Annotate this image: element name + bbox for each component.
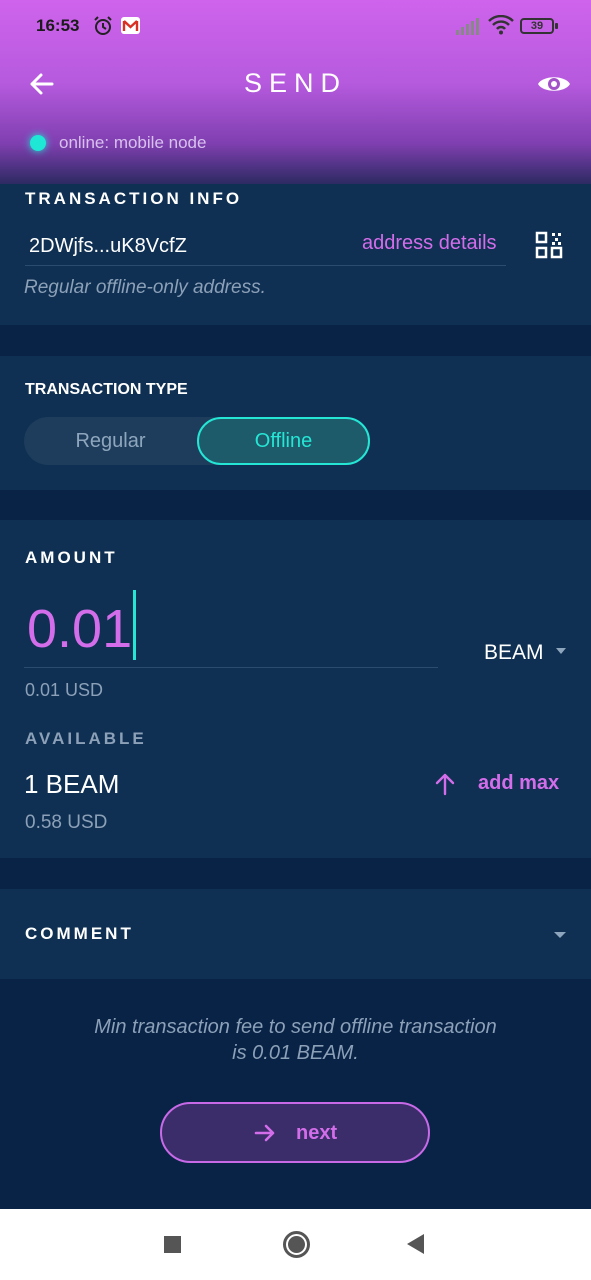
- status-time: 16:53: [36, 16, 80, 35]
- fee-note-line2: is 0.01 BEAM.: [232, 1042, 359, 1064]
- gmail-icon: [121, 17, 140, 39]
- arrow-right-icon: [254, 1122, 276, 1149]
- page-title: SEND: [243, 68, 347, 98]
- transaction-type-toggle: Regular Offline: [24, 417, 370, 465]
- address-underline: [25, 265, 506, 266]
- address-value[interactable]: 2DWjfs...uK8VcfZ: [29, 235, 187, 258]
- comment-title: COMMENT: [25, 924, 134, 943]
- available-label: AVAILABLE: [25, 729, 147, 748]
- eye-icon[interactable]: [536, 68, 572, 100]
- available-value: 1 BEAM: [24, 769, 120, 799]
- recents-icon[interactable]: [164, 1236, 181, 1253]
- qr-code-icon[interactable]: [535, 231, 563, 264]
- address-details-link[interactable]: address details: [362, 232, 497, 255]
- amount-underline: [24, 667, 438, 668]
- next-button[interactable]: next: [160, 1102, 430, 1163]
- arrow-up-icon: [434, 772, 456, 801]
- back-icon[interactable]: [407, 1234, 424, 1254]
- toggle-offline[interactable]: Offline: [197, 417, 370, 465]
- node-status-text: online: mobile node: [59, 133, 207, 152]
- wifi-icon: [488, 14, 514, 40]
- toggle-regular[interactable]: Regular: [24, 417, 197, 465]
- fee-note-line1: Min transaction fee to send offline tran…: [94, 1016, 497, 1038]
- home-icon-inner: [288, 1236, 305, 1253]
- amount-title: AMOUNT: [25, 548, 118, 567]
- add-max-label: add max: [478, 772, 560, 794]
- amount-input[interactable]: 0.01: [27, 598, 132, 660]
- currency-select[interactable]: BEAM: [484, 641, 544, 665]
- chevron-down-icon[interactable]: [554, 932, 566, 938]
- app-header: 16:53 39 SEND online: mobile node: [0, 0, 591, 184]
- alarm-icon: [93, 16, 113, 41]
- transaction-type-title: TRANSACTION TYPE: [25, 381, 188, 398]
- available-usd: 0.58 USD: [25, 812, 108, 833]
- address-note: Regular offline-only address.: [24, 277, 266, 298]
- text-cursor: [133, 590, 136, 660]
- battery-icon: 39: [520, 18, 554, 34]
- status-dot-icon: [30, 135, 46, 151]
- battery-tip: [555, 23, 558, 29]
- status-bar: 16:53 39: [0, 0, 591, 52]
- transaction-info-title: TRANSACTION INFO: [25, 189, 243, 208]
- amount-usd: 0.01 USD: [25, 680, 104, 700]
- next-label: next: [296, 1122, 338, 1144]
- signal-icon: [456, 17, 480, 40]
- chevron-down-icon[interactable]: [556, 648, 566, 654]
- fee-note: Min transaction fee to send offline tran…: [0, 1014, 591, 1066]
